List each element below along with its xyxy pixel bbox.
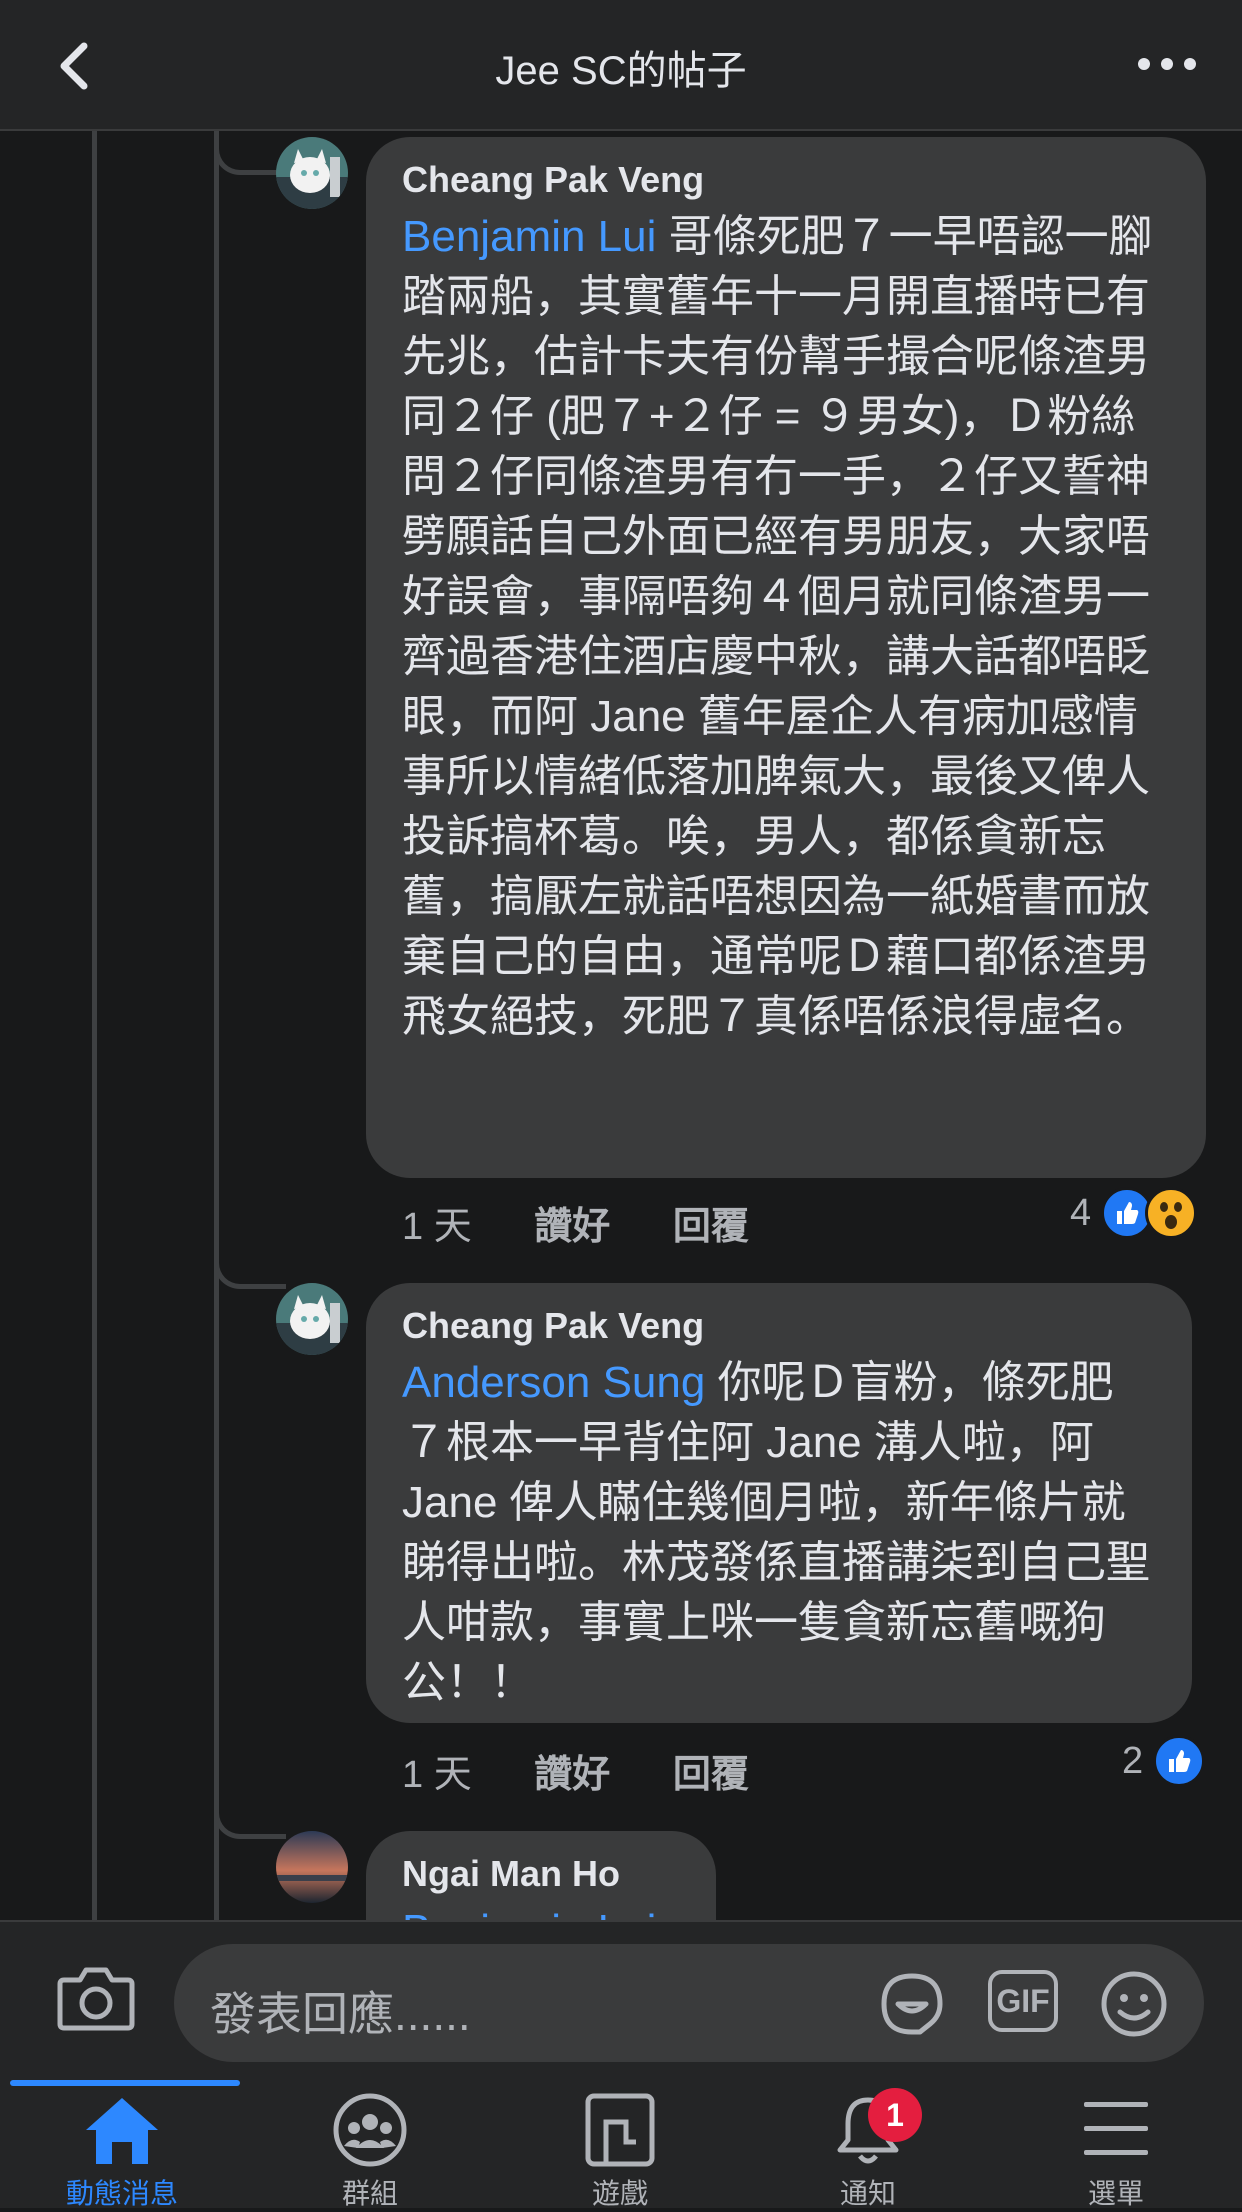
comment-text: Benjamin Lui 哥條死肥７一早唔認一腳踏兩船，其實舊年十一月開直播時已… xyxy=(402,207,1170,1047)
tab-label: 遊戲 xyxy=(591,2178,648,2209)
mention-link[interactable]: Benjamin Lui xyxy=(402,1906,656,1920)
more-options-button[interactable] xyxy=(1132,44,1202,84)
gif-button[interactable]: GIF xyxy=(988,1970,1058,2032)
comment-author[interactable]: Cheang Pak Veng xyxy=(402,159,1170,201)
tab-notifications[interactable]: 1 通知 xyxy=(768,2088,968,2209)
avatar[interactable] xyxy=(276,1283,348,1355)
sticker-button[interactable] xyxy=(874,1966,950,2042)
reaction-count: 4 xyxy=(1070,1191,1092,1234)
top-bar: Jee SC的帖子 xyxy=(0,0,1242,131)
home-icon xyxy=(82,2092,162,2168)
bottom-tab-bar: 動態消息 群組 遊戲 1 通知 選單 xyxy=(0,2080,1242,2209)
tab-groups[interactable]: 群組 xyxy=(270,2092,470,2209)
comment-author[interactable]: Ngai Man Ho xyxy=(402,1853,680,1895)
mention-link[interactable]: Benjamin Lui xyxy=(402,212,656,261)
camera-icon xyxy=(57,1967,135,2031)
reply-button[interactable]: 回覆 xyxy=(673,1206,749,1248)
avatar-sunset-image xyxy=(276,1831,348,1903)
comment-bubble[interactable]: Ngai Man Ho Benjamin Lui xyxy=(366,1831,716,1920)
camera-button[interactable] xyxy=(56,1962,136,2034)
active-tab-indicator xyxy=(10,2080,240,2086)
thread-line xyxy=(92,131,97,1920)
comment-text: Benjamin Lui xyxy=(402,1901,680,1920)
emoji-icon xyxy=(1101,1971,1167,2037)
emoji-button[interactable] xyxy=(1098,1968,1170,2040)
reaction-summary[interactable]: 2 xyxy=(1122,1733,1206,1789)
comment-body: 你呢Ｄ盲粉，條死肥７根本一早背住阿 Jane 溝人啦，阿 Jane 俾人瞞住幾個… xyxy=(402,1358,1150,1707)
tab-label: 選單 xyxy=(1087,2178,1144,2209)
comment-actions: 1 天 讚好 回覆 xyxy=(402,1195,801,1248)
tab-label: 動態消息 xyxy=(65,2178,178,2209)
wow-reaction-icon xyxy=(1145,1187,1198,1239)
comment-composer: 發表回應...... GIF xyxy=(0,1920,1242,2080)
comment-time[interactable]: 1 天 xyxy=(402,1206,472,1248)
comment-text: Anderson Sung 你呢Ｄ盲粉，條死肥７根本一早背住阿 Jane 溝人啦… xyxy=(402,1353,1156,1713)
tab-menu[interactable]: 選單 xyxy=(1016,2092,1216,2209)
comment-author[interactable]: Cheang Pak Veng xyxy=(402,1305,1156,1347)
tab-news-feed[interactable]: 動態消息 xyxy=(22,2092,222,2209)
avatar[interactable] xyxy=(276,1831,348,1903)
reply-button[interactable]: 回覆 xyxy=(673,1754,749,1796)
gaming-icon xyxy=(580,2092,660,2168)
reply-connector xyxy=(214,1791,286,1839)
mention-link[interactable]: Anderson Sung xyxy=(402,1358,705,1407)
notification-badge: 1 xyxy=(868,2088,922,2142)
avatar-cat-image xyxy=(276,1283,348,1355)
tab-gaming[interactable]: 遊戲 xyxy=(520,2092,720,2209)
like-button[interactable]: 讚好 xyxy=(534,1754,610,1796)
comment-time[interactable]: 1 天 xyxy=(402,1754,472,1796)
comment-input-placeholder: 發表回應...... xyxy=(210,1988,471,2040)
groups-icon xyxy=(330,2092,410,2168)
reaction-summary[interactable]: 4 xyxy=(1070,1185,1198,1241)
reaction-count: 2 xyxy=(1122,1739,1144,1782)
like-button[interactable]: 讚好 xyxy=(534,1206,610,1248)
comment-actions: 1 天 讚好 回覆 xyxy=(402,1743,801,1796)
comment-bubble[interactable]: Cheang Pak Veng Benjamin Lui 哥條死肥７一早唔認一腳… xyxy=(366,137,1206,1178)
like-reaction-icon xyxy=(1153,1735,1206,1787)
comment-bubble[interactable]: Cheang Pak Veng Anderson Sung 你呢Ｄ盲粉，條死肥７… xyxy=(366,1283,1192,1723)
reply-thread-line xyxy=(214,131,219,1920)
avatar-cat-image xyxy=(276,137,348,209)
comment-input[interactable]: 發表回應...... GIF xyxy=(174,1944,1204,2062)
tab-label: 通知 xyxy=(839,2178,896,2209)
avatar[interactable] xyxy=(276,137,348,209)
menu-icon xyxy=(1076,2092,1156,2168)
comment-thread[interactable]: Cheang Pak Veng Benjamin Lui 哥條死肥７一早唔認一腳… xyxy=(0,131,1242,1920)
tab-label: 群組 xyxy=(341,2178,398,2209)
comment-body: 哥條死肥７一早唔認一腳踏兩船，其實舊年十一月開直播時已有先兆，估計卡夫有份幫手撮… xyxy=(402,212,1153,1041)
sticker-icon xyxy=(881,1973,943,2035)
reply-connector xyxy=(214,1241,286,1289)
page-title: Jee SC的帖子 xyxy=(495,49,747,93)
bell-icon: 1 xyxy=(828,2088,922,2168)
more-horizontal-icon xyxy=(1138,58,1196,70)
